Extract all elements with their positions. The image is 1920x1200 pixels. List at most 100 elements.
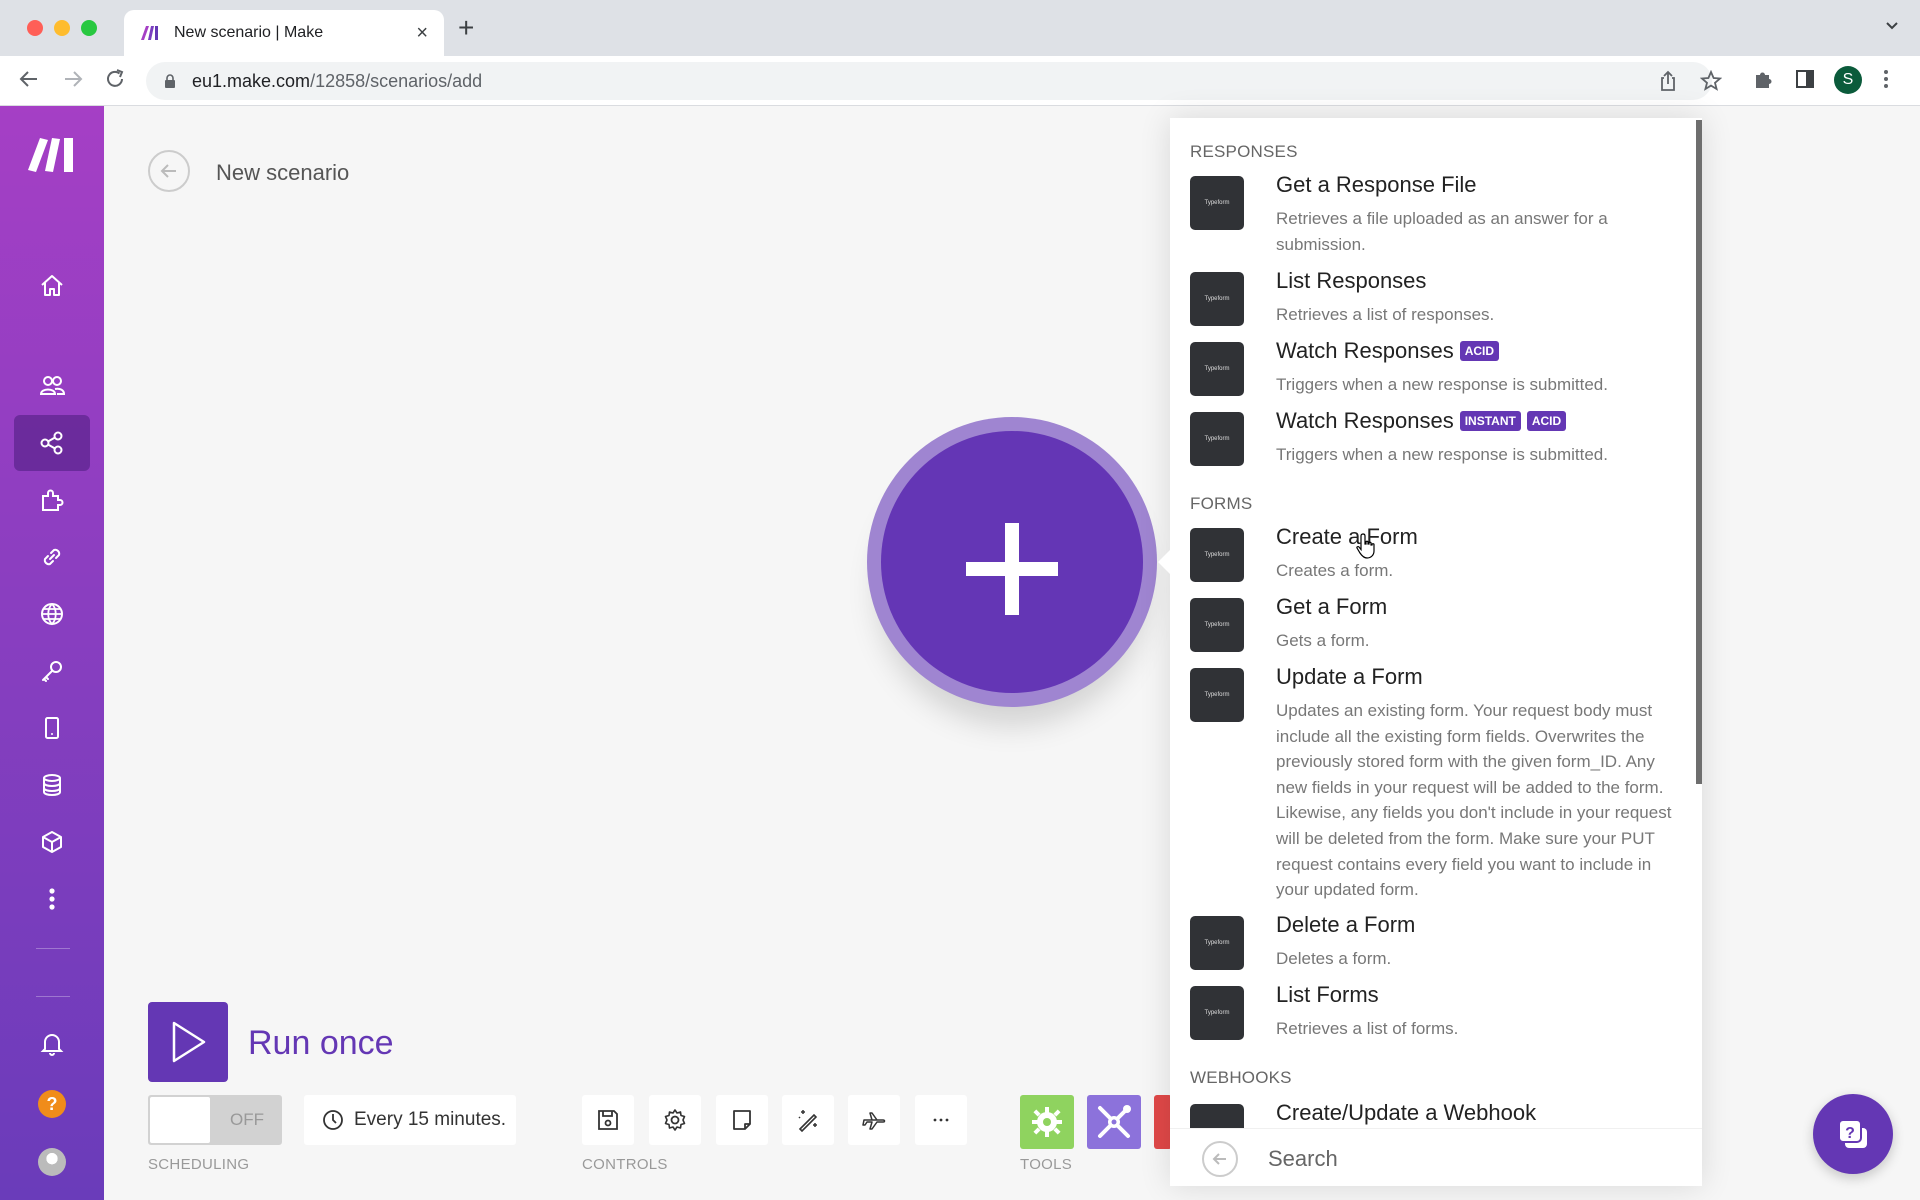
acid-badge: ACID	[1526, 411, 1567, 431]
module-description: Triggers when a new response is submitte…	[1276, 375, 1608, 394]
run-once-button[interactable]	[148, 1002, 228, 1082]
user-avatar[interactable]	[38, 1148, 66, 1176]
mobile-device-icon	[45, 717, 59, 739]
more-controls-button[interactable]	[915, 1095, 967, 1145]
run-once-label[interactable]: Run once	[248, 1024, 394, 1063]
notes-button[interactable]	[716, 1095, 768, 1145]
sidebar-item-datastores[interactable]	[14, 757, 90, 813]
add-module-button[interactable]	[881, 431, 1143, 693]
sidebar-item-devices[interactable]	[14, 700, 90, 756]
url-text: eu1.make.com/12858/scenarios/add	[192, 71, 482, 92]
help-chat-button[interactable]: ?	[1813, 1094, 1893, 1174]
side-panel-icon[interactable]	[1794, 68, 1816, 95]
browser-tab[interactable]: New scenario | Make ×	[124, 10, 444, 56]
section-header-responses: RESPONSES	[1190, 142, 1298, 161]
sidebar-item-templates[interactable]	[14, 472, 90, 528]
address-bar[interactable]: eu1.make.com/12858/scenarios/add	[146, 62, 1723, 100]
back-button[interactable]	[148, 150, 190, 192]
scenario-settings-button[interactable]	[649, 1095, 701, 1145]
make-logo-icon[interactable]	[28, 136, 78, 177]
typeform-app-icon: Typeform	[1190, 1104, 1244, 1128]
clock-icon	[323, 1110, 343, 1130]
save-button[interactable]	[582, 1095, 634, 1145]
window-minimize-button[interactable]	[54, 20, 70, 36]
back-arrow-icon[interactable]	[18, 68, 40, 94]
tab-search-chevron-icon[interactable]	[1884, 18, 1900, 39]
typeform-app-icon: Typeform	[1190, 916, 1244, 970]
browser-tab-bar: New scenario | Make × +	[0, 0, 1920, 56]
browser-menu-icon[interactable]	[1882, 68, 1890, 95]
panel-search-bar	[1170, 1128, 1702, 1186]
panel-scrollbar[interactable]	[1696, 120, 1702, 784]
sidebar-item-more[interactable]	[14, 871, 90, 927]
profile-avatar[interactable]: S	[1834, 66, 1862, 94]
acid-badge: ACID	[1459, 341, 1500, 361]
sidebar: ?	[0, 106, 104, 1200]
sidebar-item-notifications[interactable]	[14, 1015, 90, 1071]
typeform-app-icon: Typeform	[1190, 668, 1244, 722]
reload-icon[interactable]	[104, 68, 126, 94]
window-close-button[interactable]	[27, 20, 43, 36]
forward-arrow-icon[interactable]	[62, 68, 84, 94]
window-maximize-button[interactable]	[81, 20, 97, 36]
module-list[interactable]: RESPONSES Typeform Get a Response File R…	[1170, 118, 1702, 1128]
scenario-title[interactable]: New scenario	[216, 160, 349, 186]
tab-title: New scenario | Make	[174, 24, 324, 41]
sidebar-item-scenarios[interactable]	[14, 415, 90, 471]
key-icon	[42, 661, 62, 682]
module-description: Retrieves a list of forms.	[1276, 1019, 1459, 1038]
sidebar-item-webhooks[interactable]	[14, 586, 90, 642]
flow-control-tool-button[interactable]	[1020, 1095, 1074, 1149]
team-icon	[39, 376, 66, 395]
module-description: Creates a form.	[1276, 561, 1394, 580]
module-description: Deletes a form.	[1276, 949, 1392, 968]
bookmark-star-icon[interactable]	[1699, 69, 1723, 97]
help-chat-icon: ?	[1838, 1119, 1867, 1148]
browser-toolbar: eu1.make.com/12858/scenarios/add S	[0, 56, 1920, 106]
module-name: Create/Update a Webhook	[1276, 1100, 1537, 1125]
gear-tool-icon	[1032, 1107, 1062, 1137]
cube-icon	[42, 831, 62, 853]
sidebar-item-datastructures[interactable]	[14, 814, 90, 870]
controls-label: CONTROLS	[582, 1156, 668, 1173]
sidebar-item-home[interactable]	[14, 258, 90, 314]
module-name: Watch Responses ACID	[1276, 338, 1500, 364]
add-module-ring	[867, 417, 1157, 707]
scheduling-toggle[interactable]: OFF	[148, 1095, 282, 1145]
database-icon	[43, 774, 61, 796]
module-description: Retrieves a list of responses.	[1276, 305, 1495, 324]
help-icon[interactable]: ?	[38, 1090, 66, 1118]
section-header-forms: FORMS	[1190, 494, 1253, 513]
tools-label: TOOLS	[1020, 1156, 1073, 1173]
auto-align-button[interactable]	[782, 1095, 834, 1145]
scheduling-label: SCHEDULING	[148, 1156, 250, 1173]
sidebar-divider	[36, 948, 70, 949]
sidebar-item-keys[interactable]	[14, 643, 90, 699]
section-header-webhooks: WEBHOOKS	[1190, 1068, 1292, 1087]
sidebar-item-connections[interactable]	[14, 529, 90, 585]
new-tab-button[interactable]: +	[458, 14, 474, 42]
sidebar-item-team[interactable]	[14, 358, 90, 414]
arrow-left-icon	[160, 164, 176, 178]
tab-close-icon[interactable]: ×	[416, 22, 428, 45]
extensions-puzzle-icon[interactable]	[1752, 68, 1774, 95]
magic-wand-icon	[798, 1110, 818, 1133]
floppy-disk-icon	[598, 1110, 618, 1130]
typeform-app-icon: Typeform	[1190, 986, 1244, 1040]
module-description: Triggers when a new response is submitte…	[1276, 445, 1608, 464]
module-search-input[interactable]	[1268, 1139, 1668, 1179]
share-icon[interactable]	[1658, 70, 1678, 97]
module-name: Delete a Form	[1276, 912, 1416, 937]
module-description: Updates an existing form. Your request b…	[1276, 701, 1672, 900]
tools-button[interactable]	[1087, 1095, 1141, 1149]
toggle-knob	[150, 1097, 210, 1143]
explain-flow-button[interactable]	[848, 1095, 900, 1145]
schedule-setting[interactable]: Every 15 minutes.	[304, 1095, 516, 1145]
panel-back-button[interactable]	[1202, 1141, 1238, 1177]
module-name: Watch Responses INSTANT ACID	[1276, 408, 1567, 434]
play-icon	[172, 1021, 206, 1063]
airplane-icon	[862, 1112, 886, 1130]
svg-text:?: ?	[1845, 1125, 1855, 1142]
wrench-screwdriver-icon	[1098, 1105, 1131, 1138]
mouse-pointer-hand-icon	[1355, 532, 1379, 565]
